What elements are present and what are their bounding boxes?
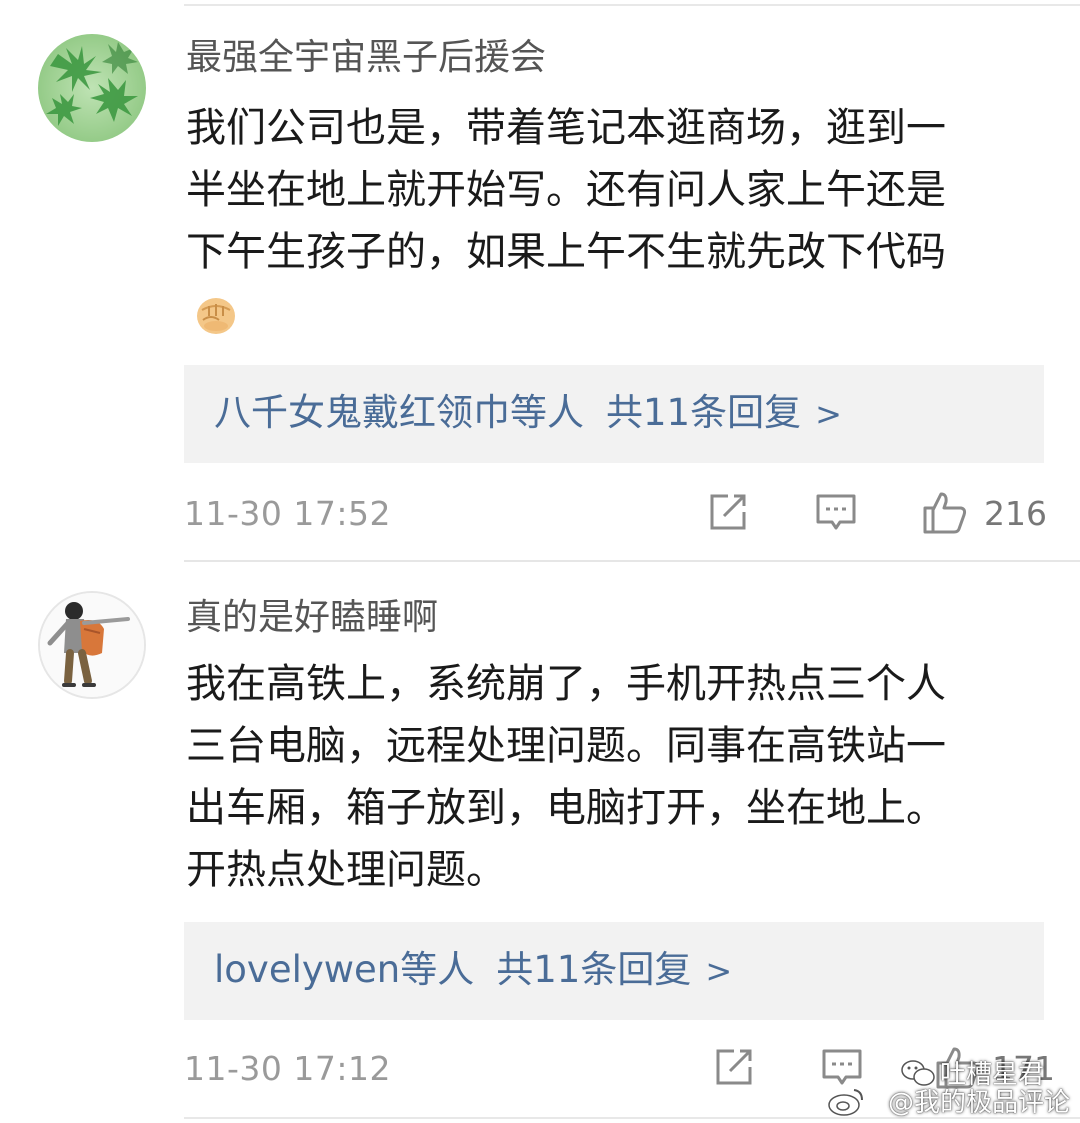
comment-item: 最强全宇宙黑子后援会 我们公司也是，带着笔记本逛商场，逛到一 半坐在地上就开始写… xyxy=(0,0,1080,560)
watermark-account: 吐槽星君 xyxy=(939,1060,1044,1090)
comment-text-line: 半坐在地上就开始写。还有问人家上午还是 xyxy=(186,167,946,213)
comment-text-line: 三台电脑，远程处理问题。同事在高铁站一 xyxy=(186,723,946,769)
reply-summary-text[interactable]: 八千女鬼戴红领巾等人 共11条回复 > xyxy=(214,394,842,431)
comment-text-line: 出车厢，箱子放到，电脑打开，坐在地上。 xyxy=(186,785,946,831)
weibo-logo-icon xyxy=(828,1089,863,1116)
avatar[interactable] xyxy=(38,591,146,699)
avatar-leaves-image xyxy=(38,34,146,142)
chevron-right-icon: > xyxy=(815,395,842,433)
reply-summary[interactable]: 八千女鬼戴红领巾等人 共11条回复 > xyxy=(184,365,1044,463)
like-count: 216 xyxy=(984,494,1047,533)
reply-summary[interactable]: lovelywen等人 共11条回复 > xyxy=(184,922,1044,1020)
wechat-logo-icon xyxy=(901,1060,935,1086)
reply-names[interactable]: lovelywen xyxy=(214,948,400,991)
watermark-handle: @我的极品评论 xyxy=(887,1088,1070,1118)
repost-icon[interactable] xyxy=(706,490,750,534)
fist-emoji-icon xyxy=(197,298,235,334)
repost-icon[interactable] xyxy=(712,1045,756,1089)
reply-names[interactable]: 八千女鬼戴红领巾 xyxy=(214,391,510,434)
reply-summary-text[interactable]: lovelywen等人 共11条回复 > xyxy=(214,951,732,988)
comment-text-line: 下午生孩子的，如果上午不生就先改下代码 xyxy=(186,229,946,275)
comment-meta-row: 11-30 17:52 216 xyxy=(184,488,1080,538)
timestamp: 11-30 17:52 xyxy=(184,494,391,533)
comment-text-line: 我在高铁上，系统崩了，手机开热点三个人 xyxy=(186,661,946,707)
comment-text-line: 我们公司也是，带着笔记本逛商场，逛到一 xyxy=(186,105,946,151)
comment-text: 我在高铁上，系统崩了，手机开热点三个人 三台电脑，远程处理问题。同事在高铁站一 … xyxy=(186,653,1016,901)
username[interactable]: 真的是好瞌睡啊 xyxy=(186,600,438,636)
chevron-right-icon: > xyxy=(705,952,733,990)
reply-suffix: 等人 xyxy=(510,391,584,434)
thumbs-up-icon[interactable] xyxy=(921,488,969,536)
reply-count[interactable]: 共11条回复 xyxy=(496,948,691,991)
username[interactable]: 最强全宇宙黑子后援会 xyxy=(186,40,546,76)
avatar-person-image xyxy=(40,593,144,697)
timestamp: 11-30 17:12 xyxy=(184,1049,391,1088)
comment-icon[interactable] xyxy=(814,490,858,534)
comment-icon[interactable] xyxy=(820,1045,864,1089)
reply-count[interactable]: 共11条回复 xyxy=(606,391,801,434)
reply-suffix: 等人 xyxy=(400,948,475,991)
comment-item: 真的是好瞌睡啊 我在高铁上，系统崩了，手机开热点三个人 三台电脑，远程处理问题。… xyxy=(0,560,1080,1123)
comment-text-line: 开热点处理问题。 xyxy=(186,847,506,893)
comment-text: 我们公司也是，带着笔记本逛商场，逛到一 半坐在地上就开始写。还有问人家上午还是 … xyxy=(186,97,1016,283)
avatar[interactable] xyxy=(38,34,146,142)
